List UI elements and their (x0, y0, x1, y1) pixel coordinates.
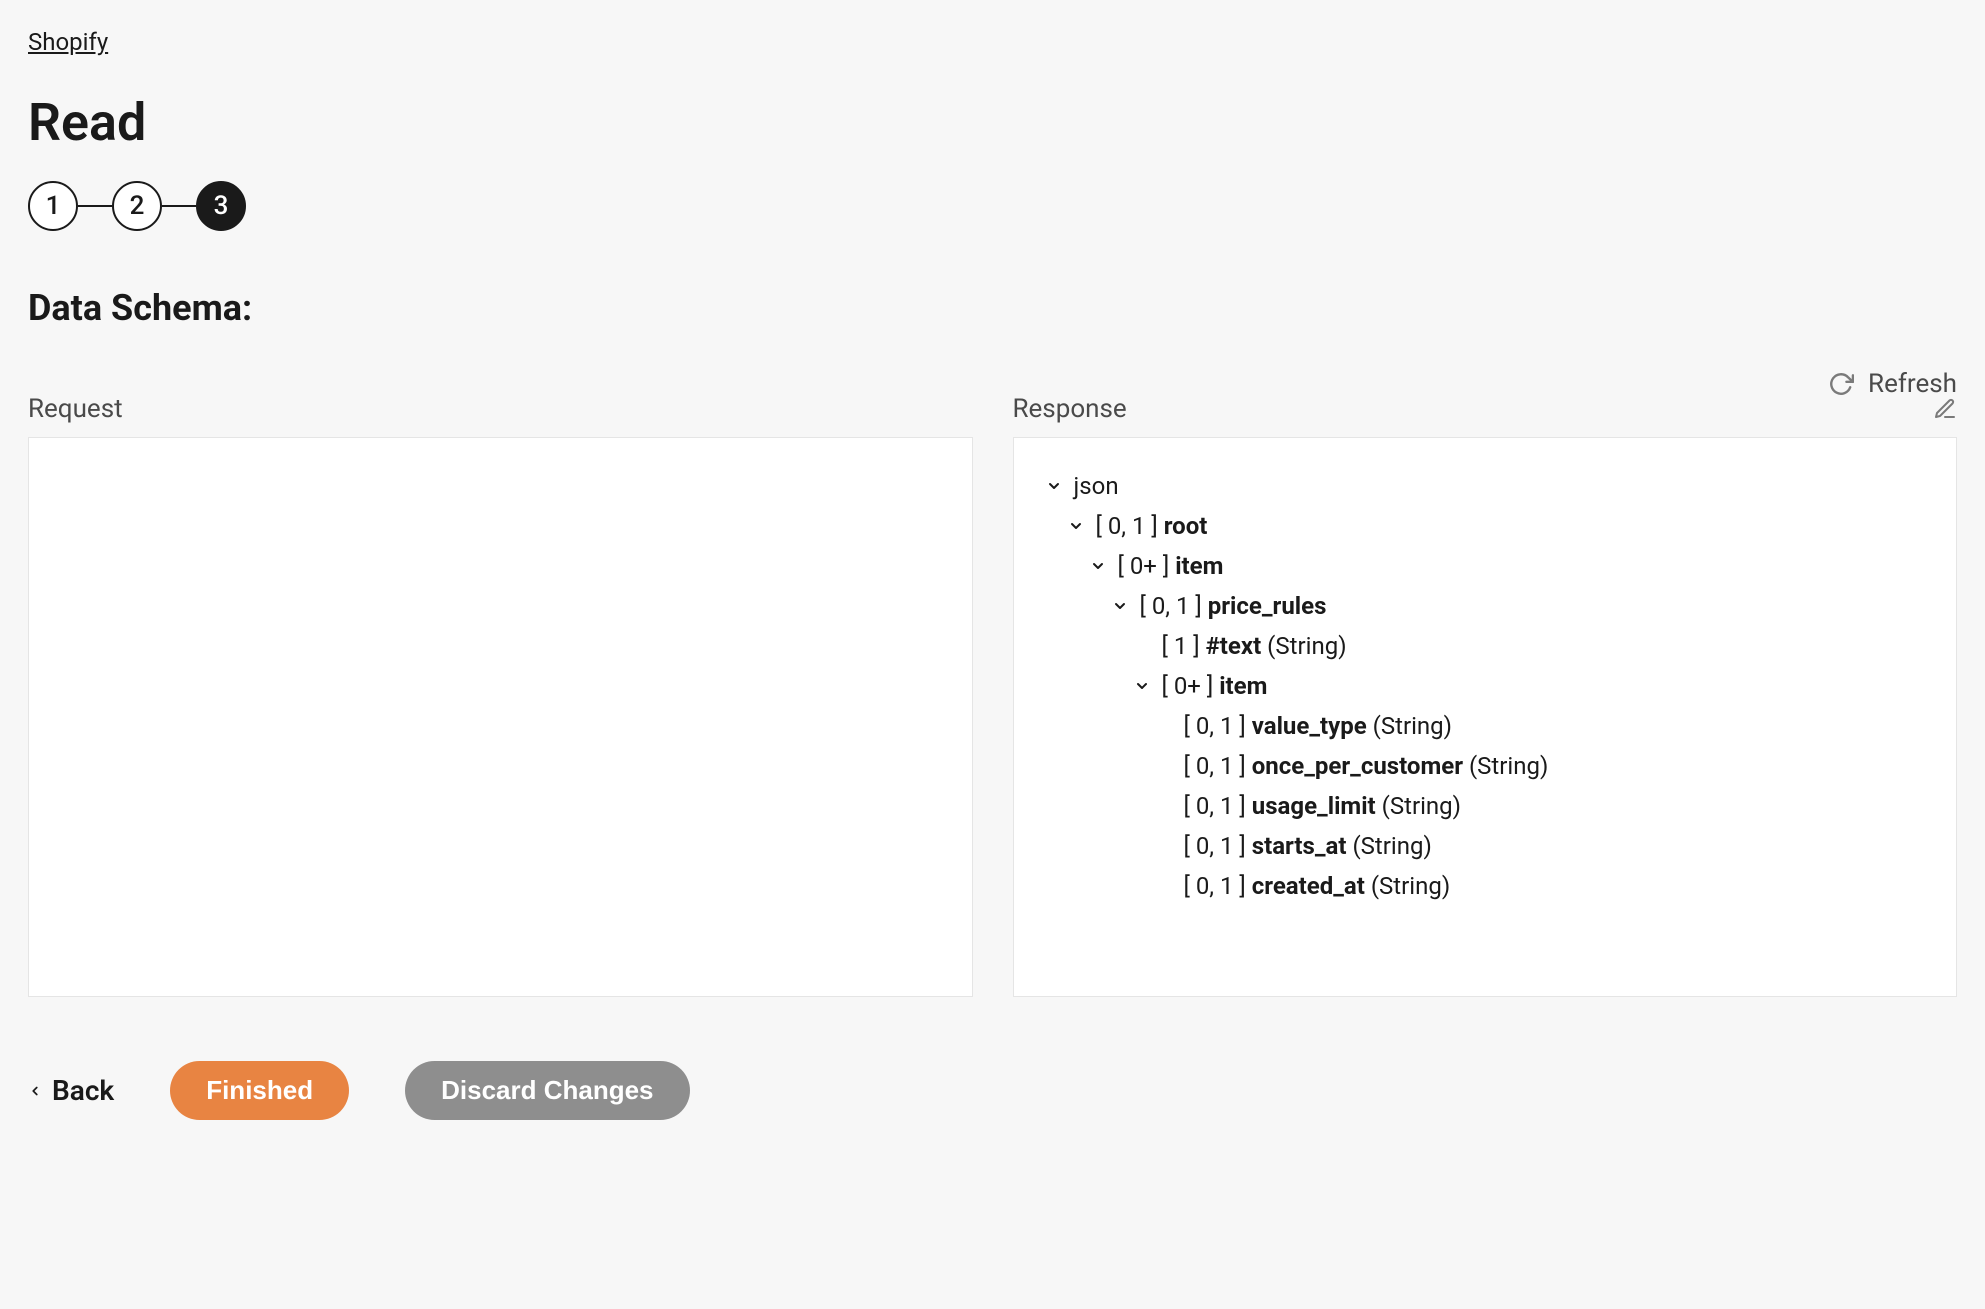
stepper: 1 2 3 (28, 181, 1957, 231)
node-name: price_rules (1208, 592, 1327, 620)
node-type: (String) (1371, 872, 1450, 900)
node-name: usage_limit (1252, 792, 1376, 820)
node-name: starts_at (1252, 832, 1347, 860)
section-title: Data Schema: (28, 287, 1957, 329)
cardinality: [ 0, 1 ] (1184, 752, 1252, 780)
cardinality: [ 0, 1 ] (1184, 712, 1252, 740)
tree-node[interactable]: [ 0, 1 ] price_rules (1110, 586, 1927, 626)
request-box (28, 437, 973, 997)
step-2[interactable]: 2 (112, 181, 162, 231)
edit-icon[interactable] (1933, 397, 1957, 421)
response-box: json[ 0, 1 ] root[ 0+ ] item[ 0, 1 ] pri… (1013, 437, 1958, 997)
tree-node[interactable]: [ 0, 1 ] created_at (String) (1154, 866, 1927, 906)
back-label: Back (52, 1074, 114, 1107)
tree-node[interactable]: [ 0, 1 ] value_type (String) (1154, 706, 1927, 746)
cardinality: [ 0, 1 ] (1184, 792, 1252, 820)
node-type: (String) (1267, 632, 1346, 660)
tree-node[interactable]: [ 0+ ] item (1132, 666, 1927, 706)
cardinality: [ 0, 1 ] (1140, 592, 1208, 620)
request-panel: Request (28, 391, 973, 997)
cardinality: [ 0, 1 ] (1184, 872, 1252, 900)
tree-node[interactable]: [ 0+ ] item (1088, 546, 1927, 586)
cardinality: [ 0+ ] (1118, 552, 1176, 580)
tree-node[interactable]: [ 1 ] #text (String) (1132, 626, 1927, 666)
finished-button[interactable]: Finished (170, 1061, 349, 1120)
node-label: json (1074, 472, 1119, 500)
cardinality: [ 0, 1 ] (1096, 512, 1164, 540)
response-label: Response (1013, 394, 1127, 424)
chevron-down-icon[interactable] (1066, 518, 1086, 534)
cardinality: [ 0+ ] (1162, 672, 1220, 700)
chevron-down-icon[interactable] (1110, 598, 1130, 614)
chevron-left-icon (28, 1081, 42, 1101)
request-label: Request (28, 394, 123, 424)
cardinality: [ 0, 1 ] (1184, 832, 1252, 860)
node-name: root (1164, 512, 1208, 540)
breadcrumb-link[interactable]: Shopify (28, 28, 108, 56)
back-button[interactable]: Back (28, 1074, 114, 1107)
discard-button[interactable]: Discard Changes (405, 1061, 689, 1120)
cardinality: [ 1 ] (1162, 632, 1206, 660)
node-name: item (1219, 672, 1267, 700)
page-title: Read (28, 92, 1957, 153)
tree-node[interactable]: [ 0, 1 ] once_per_customer (String) (1154, 746, 1927, 786)
chevron-down-icon[interactable] (1044, 478, 1064, 494)
node-type: (String) (1352, 832, 1431, 860)
step-connector (162, 205, 196, 207)
node-type: (String) (1382, 792, 1461, 820)
node-name: once_per_customer (1252, 752, 1463, 780)
step-1[interactable]: 1 (28, 181, 78, 231)
node-name: #text (1206, 632, 1262, 660)
node-name: created_at (1252, 872, 1365, 900)
tree-node[interactable]: json (1044, 466, 1927, 506)
tree-node[interactable]: [ 0, 1 ] starts_at (String) (1154, 826, 1927, 866)
node-type: (String) (1373, 712, 1452, 740)
tree-node[interactable]: [ 0, 1 ] usage_limit (String) (1154, 786, 1927, 826)
chevron-down-icon[interactable] (1132, 678, 1152, 694)
node-name: value_type (1252, 712, 1367, 740)
step-connector (78, 205, 112, 207)
node-name: item (1175, 552, 1223, 580)
response-panel: Response json[ 0, 1 ] root[ 0+ ] item[ 0… (1013, 391, 1958, 997)
chevron-down-icon[interactable] (1088, 558, 1108, 574)
tree-node[interactable]: [ 0, 1 ] root (1066, 506, 1927, 546)
step-3[interactable]: 3 (196, 181, 246, 231)
node-type: (String) (1469, 752, 1548, 780)
